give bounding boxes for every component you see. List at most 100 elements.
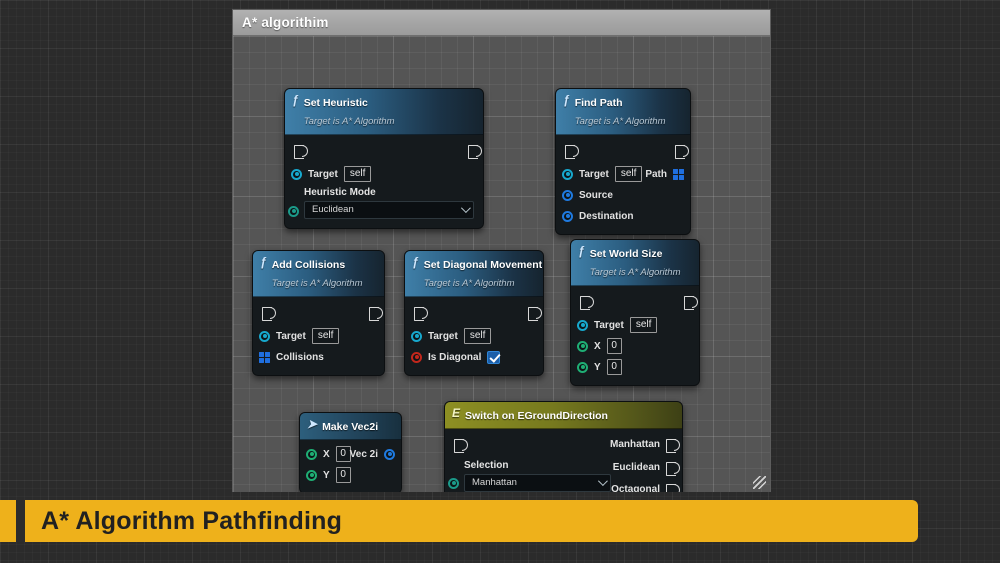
exec-input-pin[interactable]: [565, 145, 573, 157]
node-set-heuristic[interactable]: ƒ Set Heuristic Target is A* Algorithm T…: [284, 88, 484, 229]
target-value-field[interactable]: self: [615, 166, 643, 182]
object-pin-icon[interactable]: [562, 169, 573, 180]
node-body: Target self X 0 Y 0: [571, 286, 699, 385]
target-value-field[interactable]: self: [344, 166, 372, 182]
integer-pin-icon[interactable]: [577, 341, 588, 352]
node-body: Target self Heuristic Mode Euclidean: [285, 135, 483, 228]
window-titlebar[interactable]: A* algorithim: [233, 10, 770, 36]
resize-grip[interactable]: [753, 476, 766, 489]
pin-row-target[interactable]: Target self: [285, 164, 483, 185]
y-value-field[interactable]: 0: [607, 359, 622, 375]
exec-input-pin[interactable]: [414, 307, 422, 319]
exec-output-pin[interactable]: [666, 484, 676, 492]
node-subtitle: Target is A* Algorithm: [272, 278, 363, 289]
node-body: Manhattan Selection Manhattan: [445, 429, 682, 492]
pin-label: Destination: [579, 211, 633, 222]
node-title: Set Diagonal Movement: [424, 259, 542, 271]
object-pin-icon[interactable]: [259, 331, 270, 342]
exec-output-pin[interactable]: [666, 462, 676, 474]
pin-label: Target: [579, 169, 609, 180]
node-set-world-size[interactable]: ƒ Set World Size Target is A* Algorithm …: [570, 239, 700, 386]
pin-label: Manhattan: [610, 439, 660, 450]
exec-input-pin[interactable]: [580, 296, 588, 308]
node-subtitle: Target is A* Algorithm: [575, 116, 666, 127]
exec-row: [285, 142, 483, 160]
pin-label: X: [323, 449, 330, 460]
object-pin-icon[interactable]: [291, 169, 302, 180]
pin-row-output-euclidean[interactable]: Euclidean: [613, 458, 682, 478]
exec-output-pin[interactable]: [369, 307, 377, 319]
target-value-field[interactable]: self: [312, 328, 340, 344]
node-make-vec2i[interactable]: ➤ Make Vec2i X 0 Vec 2i: [299, 412, 402, 492]
integer-pin-icon[interactable]: [306, 449, 317, 460]
node-header: E Switch on EGroundDirection: [445, 402, 682, 429]
pin-row-output-octagonal[interactable]: Octagonal: [611, 480, 682, 492]
pin-row-destination[interactable]: Destination: [556, 206, 690, 227]
pin-row-x[interactable]: X 0: [571, 336, 699, 357]
enum-pin-icon[interactable]: [288, 206, 299, 217]
array-pin-icon[interactable]: [673, 169, 684, 180]
exec-output-pin[interactable]: [528, 307, 536, 319]
banner-accent-bar: [16, 500, 25, 542]
pin-row-y[interactable]: Y 0: [571, 357, 699, 378]
pin-row-target[interactable]: Target self: [253, 326, 384, 347]
exec-output-pin[interactable]: [666, 439, 676, 451]
pure-function-icon: ➤: [307, 418, 317, 431]
selection-dropdown[interactable]: Manhattan: [464, 474, 611, 492]
integer-pin-icon[interactable]: [306, 470, 317, 481]
x-value-field[interactable]: 0: [607, 338, 622, 354]
vector-pin-icon[interactable]: [384, 449, 395, 460]
pin-label: Target: [594, 320, 624, 331]
pin-row-target[interactable]: Target self: [571, 315, 699, 336]
exec-row: [571, 293, 699, 311]
is-diagonal-checkbox[interactable]: [487, 351, 500, 364]
node-header: ƒ Set World Size Target is A* Algorithm: [571, 240, 699, 286]
combo-label: Selection: [454, 460, 611, 471]
graph-canvas[interactable]: ƒ Set Heuristic Target is A* Algorithm T…: [233, 36, 770, 492]
pin-label: Target: [308, 169, 338, 180]
pin-label: X: [594, 341, 601, 352]
enum-pin-icon[interactable]: [448, 478, 459, 489]
exec-row: [405, 304, 543, 322]
object-pin-icon[interactable]: [577, 320, 588, 331]
node-find-path[interactable]: ƒ Find Path Target is A* Algorithm: [555, 88, 691, 235]
pin-row-is-diagonal[interactable]: Is Diagonal: [405, 347, 543, 368]
pin-row-vec2i-output[interactable]: Vec 2i: [350, 444, 401, 465]
object-pin-icon[interactable]: [411, 331, 422, 342]
node-title: Set Heuristic: [304, 97, 368, 109]
pin-row-target[interactable]: Target self: [405, 326, 543, 347]
node-add-collisions[interactable]: ƒ Add Collisions Target is A* Algorithm …: [252, 250, 385, 376]
vector-pin-icon[interactable]: [562, 211, 573, 222]
target-value-field[interactable]: self: [630, 317, 658, 333]
exec-output-pin[interactable]: [675, 145, 683, 157]
pin-row-output-manhattan[interactable]: Manhattan: [610, 435, 682, 455]
pin-row-path[interactable]: Path: [645, 164, 690, 185]
exec-output-pin[interactable]: [684, 296, 692, 308]
exec-input-pin[interactable]: [262, 307, 270, 319]
node-title: Add Collisions: [272, 259, 346, 271]
integer-pin-icon[interactable]: [577, 362, 588, 373]
x-value-field[interactable]: 0: [336, 446, 351, 462]
node-title: Set World Size: [590, 248, 663, 260]
vector-pin-icon[interactable]: [562, 190, 573, 201]
pin-label: Vec 2i: [350, 449, 378, 460]
array-pin-icon[interactable]: [259, 352, 270, 363]
node-header: ➤ Make Vec2i: [300, 413, 401, 440]
node-set-diagonal-movement[interactable]: ƒ Set Diagonal Movement Target is A* Alg…: [404, 250, 544, 376]
pin-row-y[interactable]: Y 0: [300, 465, 401, 486]
exec-input-pin[interactable]: [454, 439, 462, 451]
function-icon: ƒ: [292, 94, 299, 107]
pin-row-collisions[interactable]: Collisions: [253, 347, 384, 368]
function-icon: ƒ: [563, 94, 570, 107]
boolean-pin-icon[interactable]: [411, 352, 422, 363]
node-switch-on-eground-direction[interactable]: E Switch on EGroundDirection Manhattan: [444, 401, 683, 492]
node-header: ƒ Set Heuristic Target is A* Algorithm: [285, 89, 483, 135]
pin-row-source[interactable]: Source: [556, 185, 690, 206]
target-value-field[interactable]: self: [464, 328, 492, 344]
exec-input-pin[interactable]: [294, 145, 302, 157]
enum-icon: E: [452, 407, 460, 420]
exec-output-pin[interactable]: [468, 145, 476, 157]
node-subtitle: Target is A* Algorithm: [304, 116, 395, 127]
heuristic-mode-dropdown[interactable]: Euclidean: [304, 201, 474, 219]
y-value-field[interactable]: 0: [336, 467, 351, 483]
